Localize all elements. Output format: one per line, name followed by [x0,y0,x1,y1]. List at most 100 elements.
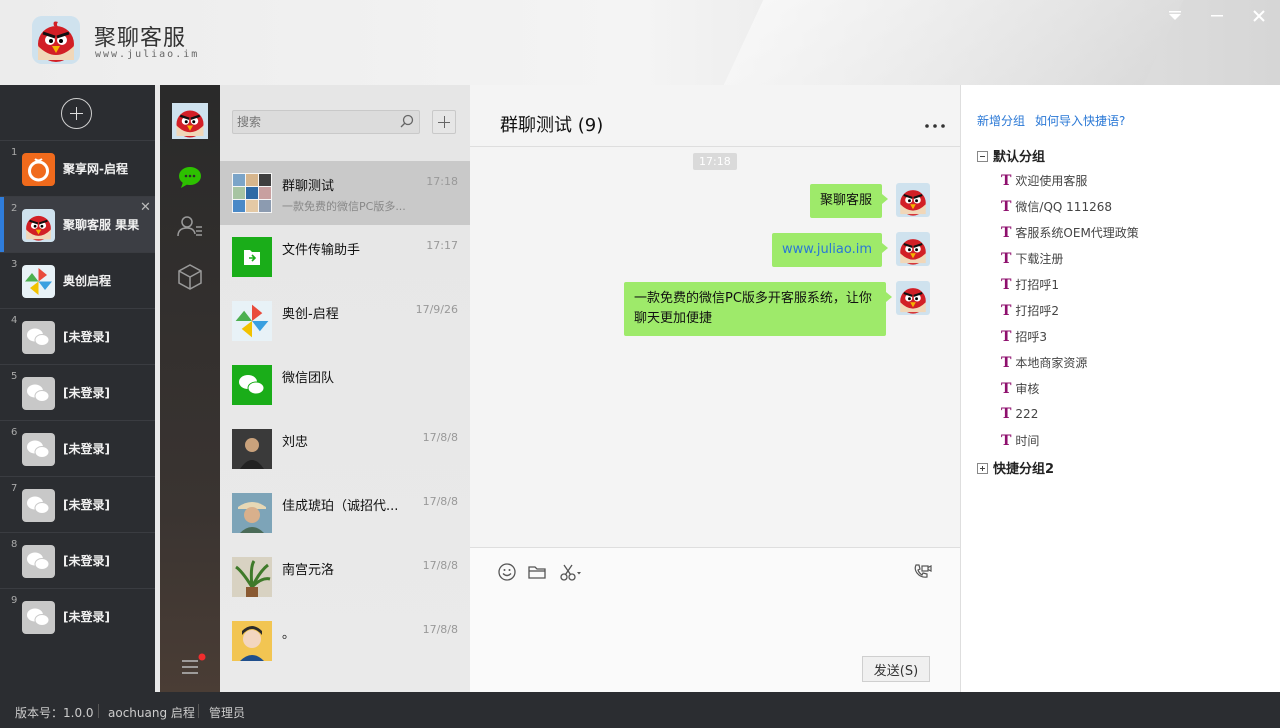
phrase-text: 微信/QQ 111268 [1015,200,1112,214]
app-logo [32,16,80,64]
conversation-item[interactable]: 南宫元洛 17/8/8 [220,545,470,609]
quick-reply-panel: 新增分组 如何导入快捷语? 默认分组 T 欢迎使用客服 T 微信/QQ 111268… [960,85,1280,692]
video-call-icon[interactable] [912,562,932,582]
account-item[interactable]: 3 奥创启程 [0,252,155,308]
angry-bird-icon[interactable] [896,183,930,217]
chat-pane: 群聊测试 (9) 17:18 聚聊客服 www.juliao.im 一款免费的微… [470,85,960,692]
quick-phrase[interactable]: T 打招呼2 [1001,302,1059,319]
conversation-time: 17:18 [426,175,458,188]
phrase-text: 本地商家资源 [1015,356,1088,370]
phrase-text: 招呼3 [1015,330,1048,344]
chat-icon[interactable] [172,159,208,195]
wechat-gray-icon [22,601,55,634]
account-name: [未登录] [63,442,110,456]
conversation-name: 刘忠 [282,435,309,450]
menu-icon[interactable] [172,649,208,685]
quick-phrase[interactable]: T 客服系统OEM代理政策 [1001,224,1139,241]
quick-phrase[interactable]: T 222 [1001,406,1038,422]
text-icon: T [1001,199,1012,215]
conversation-item[interactable]: 奥创-启程 17/9/26 [220,289,470,353]
add-account-button[interactable] [61,98,92,129]
conversation-item[interactable]: 文件传输助手 17:17 [220,225,470,289]
conversation-preview: 一款免费的微信PC版多... [282,200,406,213]
expand-icon[interactable] [977,463,988,474]
message-link-bubble[interactable]: www.juliao.im [772,233,889,267]
quick-phrase[interactable]: T 欢迎使用客服 [1001,172,1087,189]
account-item-active[interactable]: 2 聚聊客服 果果 ✕ [0,196,155,253]
message-bubble[interactable]: 聚聊客服 [810,184,889,218]
account-item[interactable]: 4 [未登录] [0,308,155,364]
account-item[interactable]: 9 [未登录] [0,588,155,644]
wechat-gray-icon [22,489,55,522]
phrase-text: 打招呼2 [1015,304,1060,318]
angry-bird-icon[interactable] [896,281,930,315]
photo-avatar [232,493,272,533]
phrase-text: 审核 [1015,382,1040,396]
account-item[interactable]: 8 [未登录] [0,532,155,588]
add-group-link[interactable]: 新增分组 [977,112,1025,129]
conversation-item-active[interactable]: 群聊测试 一款免费的微信PC版多... 17:18 [220,161,470,225]
text-icon: T [1001,381,1012,397]
status-bar: 版本号：1.0.0 aochuang 启程 管理员 [0,692,1280,728]
quick-phrase[interactable]: T 下载注册 [1001,250,1063,267]
pinwheel-icon [232,301,272,341]
conversation-name: 奥创-启程 [282,307,339,322]
conversation-item[interactable]: 佳成琥珀（诚招代... 17/8/8 [220,481,470,545]
quick-phrase[interactable]: T 审核 [1001,380,1039,397]
phrase-text: 时间 [1015,434,1040,448]
conversation-item[interactable]: 。 17/8/8 [220,609,470,673]
import-help-link[interactable]: 如何导入快捷语? [1035,112,1125,129]
more-icon[interactable] [924,119,946,128]
account-index: 6 [11,427,18,438]
conversation-name: 。 [282,627,296,642]
conversation-item[interactable]: 微信团队 [220,353,470,417]
file-transfer-icon [232,237,272,277]
angry-bird-icon [22,209,55,242]
collapse-icon[interactable] [977,151,988,162]
search-icon[interactable] [400,114,414,128]
quick-phrase[interactable]: T 招呼3 [1001,328,1047,345]
conversation-name: 群聊测试 [282,179,335,194]
emoji-icon[interactable] [497,562,517,582]
box-icon[interactable] [172,259,208,295]
message-bubble[interactable]: 一款免费的微信PC版多开客服系统，让你聊天更加便捷 [624,282,892,336]
contacts-icon[interactable] [172,209,208,245]
conversation-time: 17/8/8 [422,623,458,636]
phrase-text: 打招呼1 [1015,278,1060,292]
angry-bird-icon[interactable] [896,232,930,266]
message-composer[interactable]: 发送(S) [470,547,960,692]
account-item[interactable]: 6 [未登录] [0,420,155,476]
folder-icon[interactable] [527,562,547,582]
close-icon[interactable] [1249,6,1269,26]
text-icon: T [1001,329,1012,345]
account-item[interactable]: 1 聚享网-启程 [0,140,155,196]
quick-phrase[interactable]: T 打招呼1 [1001,276,1059,293]
text-icon: T [1001,277,1012,293]
app-url: www.juliao.im [95,49,200,60]
quick-phrase[interactable]: T 本地商家资源 [1001,354,1087,371]
role-label: 管理员 [209,706,246,720]
account-name: [未登录] [63,498,110,512]
account-index: 8 [11,539,18,550]
close-account-icon[interactable]: ✕ [140,200,151,215]
status-divider [198,704,199,718]
photo-avatar [232,557,272,597]
screenshot-scissors-icon[interactable] [559,562,585,582]
quick-group-2[interactable]: 快捷分组2 [977,458,1054,477]
quick-group-default[interactable]: 默认分组 [977,146,1045,165]
conversation-item[interactable]: 刘忠 17/8/8 [220,417,470,481]
conversation-list: 群聊测试 一款免费的微信PC版多... 17:18 文件传输助手 17:17 奥… [220,85,470,692]
status-divider [98,704,99,718]
add-conversation-button[interactable] [432,110,456,134]
quick-phrase[interactable]: T 微信/QQ 111268 [1001,198,1112,215]
search-input[interactable] [232,110,420,134]
text-icon: T [1001,251,1012,267]
dropdown-icon[interactable] [1165,6,1185,26]
profile-avatar[interactable] [172,103,208,139]
quick-phrase[interactable]: T 时间 [1001,432,1039,449]
account-item[interactable]: 5 [未登录] [0,364,155,420]
minimize-icon[interactable] [1207,6,1227,26]
conversation-time: 17:17 [426,239,458,252]
account-item[interactable]: 7 [未登录] [0,476,155,532]
send-button[interactable]: 发送(S) [862,656,930,682]
